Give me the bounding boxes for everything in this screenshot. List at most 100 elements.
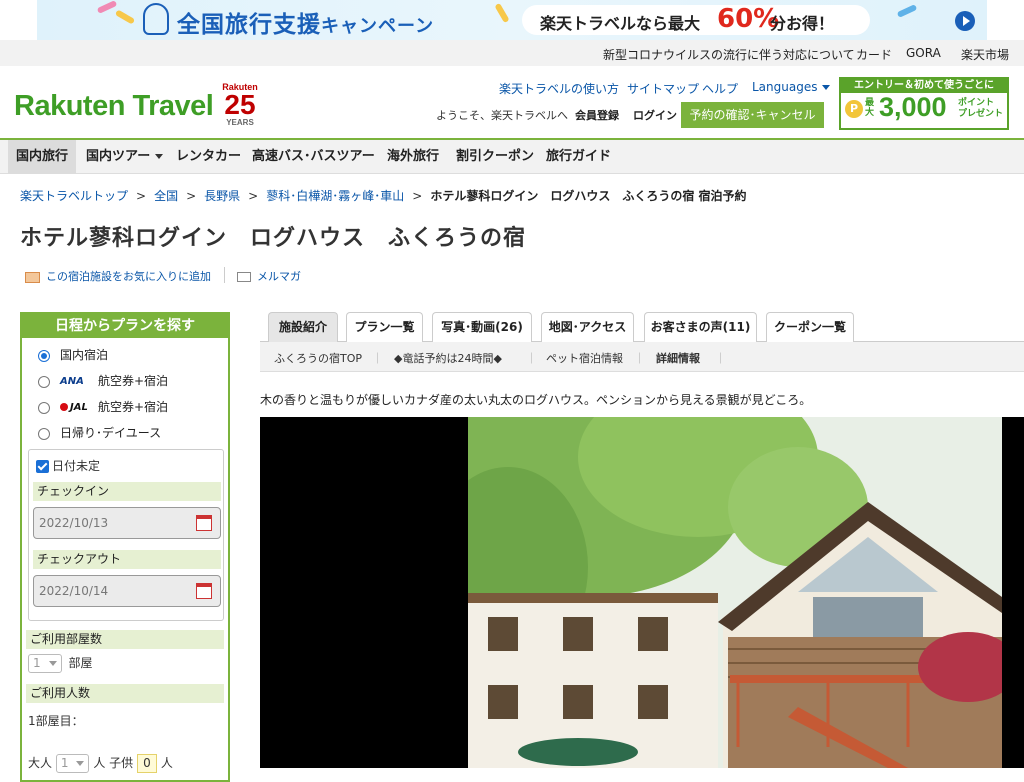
subnav-phone-reservation[interactable]: ◆竜話予約は24時間◆	[394, 350, 502, 366]
breadcrumb-area[interactable]: 蓼科･白樺湖･霧ヶ峰･車山	[266, 189, 404, 203]
tab-reviews[interactable]: お客さまの声(11)	[644, 312, 757, 342]
banner-offer-rest: 分お得！	[770, 14, 835, 33]
rakuten-ichiba-link[interactable]: 楽天市場	[961, 46, 1009, 63]
covid-info-link[interactable]: 新型コロナウイルスの流行に伴う対応について	[603, 46, 855, 63]
promo-points-number: 3,000	[879, 92, 947, 122]
chevron-down-icon	[48, 661, 57, 666]
radio-button[interactable]	[38, 401, 50, 414]
subnav-details[interactable]: 詳細情報	[656, 350, 700, 366]
breadcrumb-current: ホテル蓼科ログイン ログハウス ふくろうの宿 宿泊予約	[430, 189, 747, 203]
tab-facility-intro[interactable]: 施設紹介	[268, 312, 338, 342]
anniversary-logo: Rakuten 25 YEARS	[222, 82, 258, 127]
subnav-pet-info[interactable]: ペット宿泊情報	[546, 350, 623, 366]
facility-subnav: ふくろうの宿TOP ｜ ◆竜話予約は24時間◆ ｜ ペット宿泊情報 ｜ 詳細情報…	[260, 342, 1024, 372]
chevron-down-icon	[822, 85, 831, 90]
rooms-label: ご利用部屋数	[26, 630, 224, 649]
banner-offer-pill: 楽天トラベルなら最大 60% 分お得！	[522, 4, 870, 35]
mail-icon	[237, 272, 251, 282]
tab-plan-list[interactable]: プラン一覧	[346, 312, 423, 342]
register-link[interactable]: 会員登録	[575, 107, 619, 123]
page-title: ホテル蓼科ログイン ログハウス ふくろうの宿	[20, 226, 527, 251]
jal-logo-icon: JAL	[60, 402, 98, 413]
play-icon[interactable]	[955, 11, 975, 31]
add-favorite-link[interactable]: この宿泊施設をお気に入りに追加	[25, 268, 211, 284]
subnav-top[interactable]: ふくろうの宿TOP	[274, 350, 362, 366]
date-box: 日付未定 チェックイン 2022/10/13 チェックアウト 2022/10/1…	[28, 449, 224, 621]
radio-button[interactable]	[38, 375, 50, 388]
radio-day-use[interactable]: 日帰り･デイユース	[38, 424, 161, 441]
facility-tabs: 施設紹介 プラン一覧 写真･動画(26) 地図･アクセス お客さまの声(11) …	[260, 312, 1024, 342]
checkout-label: チェックアウト	[33, 550, 221, 569]
room1-label: 1部屋目：	[28, 714, 84, 728]
radio-jal-air-stay[interactable]: JAL 航空券+宿泊	[38, 398, 168, 415]
sitemap-link[interactable]: サイトマップ	[627, 80, 699, 97]
confetti-icon	[494, 2, 510, 24]
promo-max-label: 最大	[865, 98, 875, 118]
confetti-icon	[896, 4, 918, 18]
calendar-icon[interactable]	[196, 583, 212, 599]
breadcrumb-top[interactable]: 楽天トラベルトップ	[20, 189, 128, 203]
checkin-date-input[interactable]: 2022/10/13	[33, 507, 221, 539]
radio-domestic-stay[interactable]: 国内宿泊	[38, 346, 108, 363]
people-label: ご利用人数	[26, 684, 224, 703]
checkbox-checked-icon[interactable]	[36, 460, 49, 473]
site-header: Rakuten Travel Rakuten 25 YEARS 楽天トラベルの使…	[0, 66, 1024, 140]
campaign-banner-area: 全国旅行支援キャンペーン 楽天トラベルなら最大 60% 分お得！	[0, 0, 1024, 40]
nav-highway-bus[interactable]: 高速バス･バスツアー	[252, 140, 375, 174]
nav-rental-car[interactable]: レンタカー	[176, 140, 241, 174]
rooms-row: 1 部屋	[28, 654, 92, 673]
radio-button[interactable]	[38, 427, 50, 440]
nav-overseas-travel[interactable]: 海外旅行	[387, 140, 439, 174]
help-link[interactable]: ヘルプ	[702, 80, 738, 97]
breadcrumb-all[interactable]: 全国	[154, 189, 178, 203]
favorite-icon	[25, 271, 40, 283]
gora-link[interactable]: GORA	[906, 46, 941, 60]
checkout-date-input[interactable]: 2022/10/14	[33, 575, 221, 607]
chevron-down-icon	[155, 154, 164, 159]
child-count-input[interactable]: 0	[137, 754, 157, 773]
point-coin-icon: P	[845, 100, 863, 118]
rooms-select[interactable]: 1	[28, 654, 62, 673]
promo-heading: エントリー＆初めて使うごとに	[841, 79, 1007, 93]
languages-dropdown[interactable]: Languages	[752, 80, 831, 94]
radio-ana-air-stay[interactable]: ANA 航空券+宿泊	[38, 372, 168, 389]
date-undecided-checkbox[interactable]: 日付未定	[36, 457, 100, 474]
chevron-down-icon	[76, 761, 85, 766]
confetti-icon	[96, 0, 118, 14]
rakuten-travel-logo[interactable]: Rakuten Travel	[14, 90, 214, 123]
nav-domestic-travel[interactable]: 国内旅行	[8, 140, 77, 174]
utility-bar: 新型コロナウイルスの流行に伴う対応について カード GORA 楽天市場	[0, 40, 1024, 66]
nav-travel-guide[interactable]: 旅行ガイド	[546, 140, 611, 174]
banner-offer-text: 楽天トラベルなら最大	[540, 14, 701, 33]
facility-description: 木の香りと温もりが優しいカナダ産の太い丸太のログハウス。ペンションから見える景観…	[260, 393, 812, 407]
card-link[interactable]: カード	[856, 46, 892, 63]
reservation-check-button[interactable]: 予約の確認･キャンセル	[681, 102, 824, 128]
radio-button[interactable]	[38, 349, 50, 362]
global-nav: 国内旅行 国内ツアー レンタカー 高速バス･バスツアー 海外旅行 割引クーポン …	[0, 140, 1024, 174]
checkin-label: チェックイン	[33, 482, 221, 501]
tab-photos-videos[interactable]: 写真･動画(26)	[432, 312, 532, 342]
nav-domestic-tour[interactable]: 国内ツアー	[86, 140, 164, 174]
welcome-text: ようこそ、楽天トラベルへ	[436, 109, 568, 122]
login-link[interactable]: ログイン	[633, 107, 677, 123]
nav-coupons[interactable]: 割引クーポン	[456, 140, 534, 174]
breadcrumb-nagano[interactable]: 長野県	[204, 189, 240, 203]
promo-points-label: ポイント プレゼント	[958, 98, 1004, 119]
facility-photo-viewer[interactable]	[260, 417, 1024, 768]
confetti-icon	[114, 9, 136, 25]
how-to-use-link[interactable]: 楽天トラベルの使い方	[499, 80, 619, 97]
tab-coupons[interactable]: クーポン一覧	[766, 312, 854, 342]
search-panel-title: 日程からプランを探す	[22, 314, 228, 338]
ana-logo-icon: ANA	[60, 376, 84, 387]
tab-map-access[interactable]: 地図･アクセス	[541, 312, 634, 342]
adult-select[interactable]: 1	[55, 754, 90, 773]
campaign-banner[interactable]: 全国旅行支援キャンペーン 楽天トラベルなら最大 60% 分お得！	[37, 0, 987, 40]
banner-title: 全国旅行支援キャンペーン	[177, 12, 435, 38]
date-search-panel: 日程からプランを探す 国内宿泊 ANA 航空券+宿泊 JAL 航空券+宿泊 日帰り･…	[20, 312, 230, 782]
log-house-photo	[468, 417, 1002, 768]
balloon-icon	[143, 3, 169, 35]
calendar-icon[interactable]	[196, 515, 212, 531]
breadcrumb: 楽天トラベルトップ > 全国 > 長野県 > 蓼科･白樺湖･霧ヶ峰･車山 > ホテル蓼科ログイン…	[20, 189, 747, 203]
mailmag-link[interactable]: メルマガ	[237, 268, 301, 284]
points-promo-banner[interactable]: エントリー＆初めて使うごとに P 最大 3,000 ポイント プレゼント	[839, 77, 1009, 130]
